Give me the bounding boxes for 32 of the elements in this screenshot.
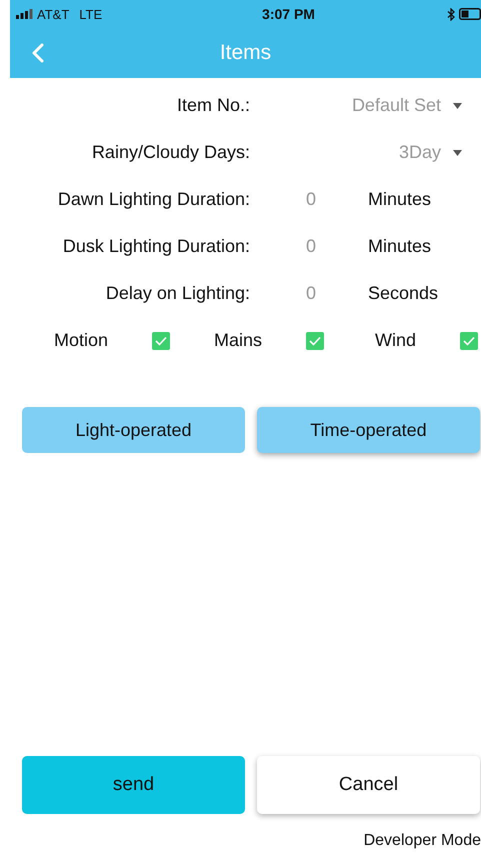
check-icon bbox=[309, 336, 321, 346]
caret-icon bbox=[453, 150, 462, 156]
unit-label: Minutes bbox=[368, 189, 432, 210]
screen-title: Items bbox=[218, 41, 272, 65]
network-label: LTE bbox=[79, 6, 102, 22]
check-icon bbox=[463, 336, 475, 346]
field-label: Dawn Lighting Duration: bbox=[56, 189, 250, 210]
battery-icon bbox=[459, 8, 481, 20]
mode-button[interactable]: Light-operated bbox=[22, 407, 245, 453]
send-button[interactable]: send bbox=[22, 756, 245, 814]
signal-icon bbox=[16, 9, 33, 19]
checkbox-label: Wind bbox=[374, 330, 416, 351]
checkbox[interactable] bbox=[460, 332, 478, 350]
checkbox[interactable] bbox=[152, 332, 170, 350]
checkbox[interactable] bbox=[306, 332, 324, 350]
unit-label: Minutes bbox=[368, 236, 432, 257]
status-time: 3:07 PM bbox=[261, 6, 316, 22]
carrier-label: AT&T bbox=[37, 6, 70, 22]
field-label: Dusk Lighting Duration: bbox=[62, 236, 250, 257]
unit-label: Seconds bbox=[368, 283, 438, 304]
caret-icon bbox=[453, 102, 462, 108]
developer-mode-link[interactable]: Developer Mode bbox=[364, 832, 481, 849]
field-label: Delay on Lighting: bbox=[104, 283, 250, 304]
back-icon bbox=[32, 43, 44, 63]
cancel-button[interactable]: Cancel bbox=[257, 756, 480, 814]
field-label: Rainy/Cloudy Days: bbox=[90, 142, 250, 163]
check-icon bbox=[155, 336, 167, 346]
checkbox-label: Motion bbox=[52, 330, 108, 351]
mode-button[interactable]: Time-operated bbox=[257, 407, 480, 453]
checkbox-label: Mains bbox=[212, 330, 262, 351]
bluetooth-icon bbox=[447, 8, 455, 20]
field-label: Item No.: bbox=[176, 95, 250, 116]
